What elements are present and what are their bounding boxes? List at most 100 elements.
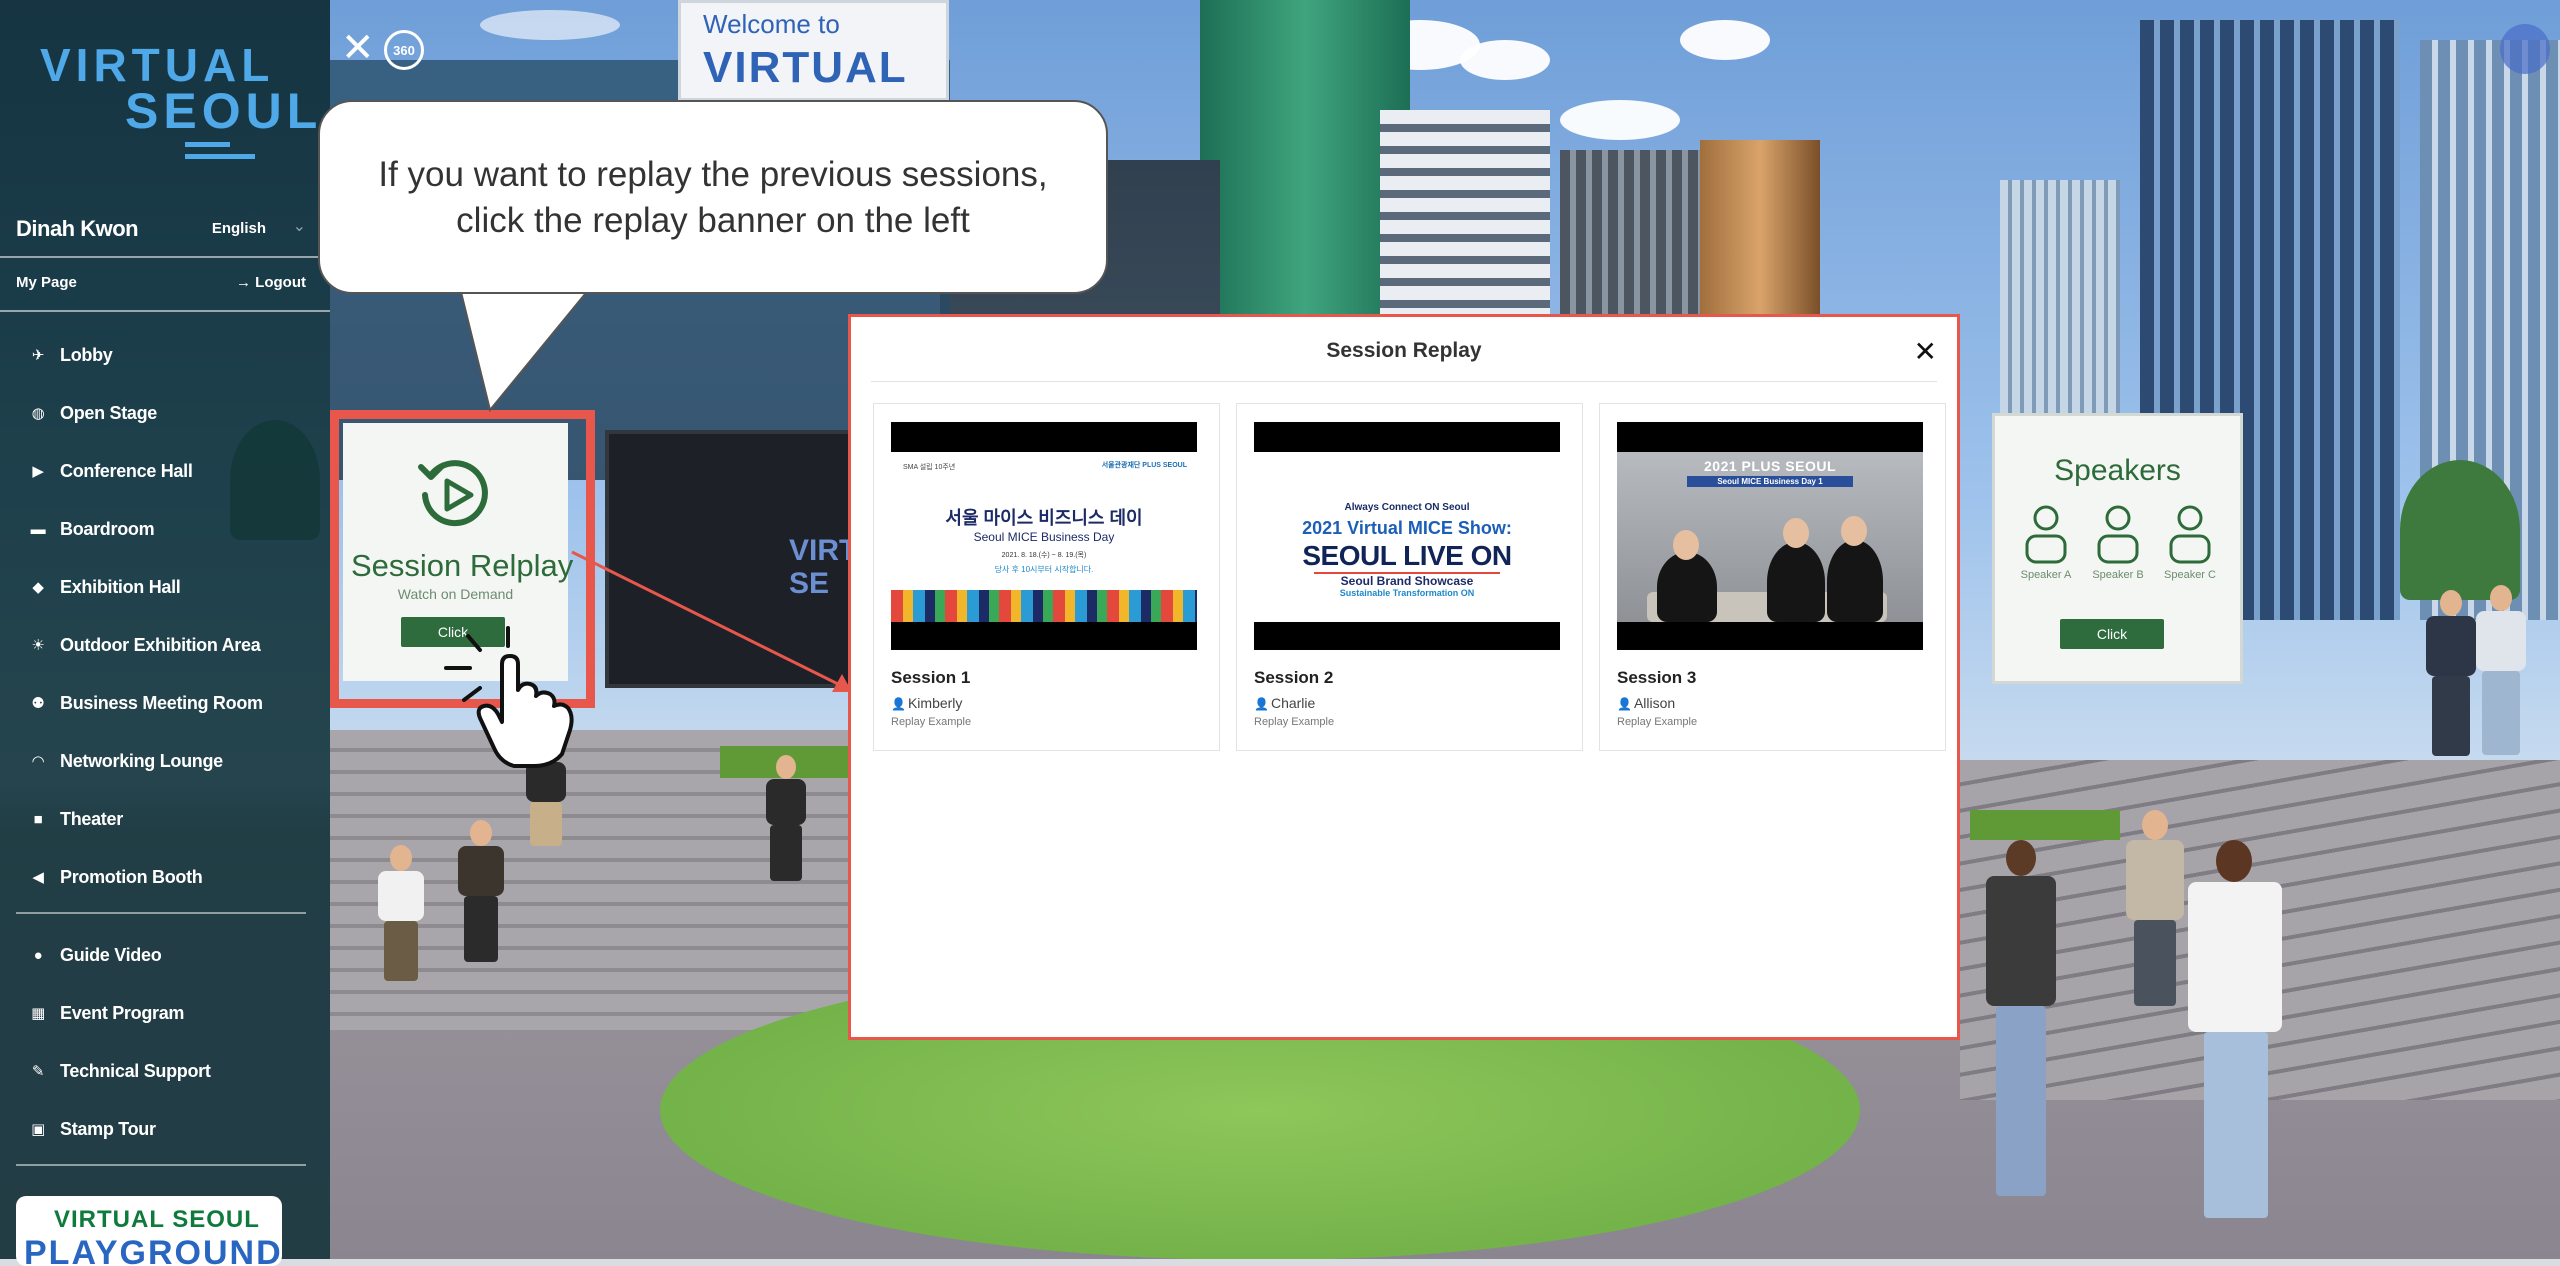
calendar-icon: ▦ [31, 1005, 45, 1022]
playground-banner[interactable]: VIRTUAL SEOUL PLAYGROUND [16, 1196, 282, 1266]
poster-text: SMA 설립 10주년 [903, 464, 956, 471]
nav-label: Technical Support [60, 1060, 211, 1081]
nav-item-outdoor-exhibition-area[interactable]: ☀ Outdoor Exhibition Area [28, 630, 260, 660]
person-icon [2025, 505, 2067, 564]
poster-title: 2021 Virtual MICE Show: [1302, 518, 1512, 538]
avatar-person [2470, 585, 2530, 760]
nav-item-technical-support[interactable]: ✎ Technical Support [28, 1056, 211, 1086]
session-thumbnail[interactable]: 2021 PLUS SEOUL Seoul MICE Business Day … [1617, 422, 1923, 650]
session-description: Replay Example [891, 716, 972, 728]
nav-label: Conference Hall [60, 460, 193, 481]
avatar-person [370, 845, 430, 985]
poster-text: 서울관광재단 PLUS SEOUL [1101, 462, 1187, 469]
nav-label: Outdoor Exhibition Area [60, 634, 261, 655]
nav-item-networking-lounge[interactable]: ◠ Networking Lounge [28, 746, 223, 776]
nav-label: Business Meeting Room [60, 692, 263, 713]
speaker-name: Kimberly [907, 695, 963, 711]
session-speaker: 👤 Kimberly [891, 695, 962, 711]
nav-item-event-program[interactable]: ▦ Event Program [28, 998, 184, 1028]
account-row: My Page → Logout [16, 274, 306, 298]
welcome-sign: Welcome to VIRTUAL [678, 0, 949, 101]
avatar-person [2180, 840, 2290, 1220]
virtual-seoul-logo[interactable]: VIRTUAL SEOUL [30, 30, 317, 170]
chevron-down-icon[interactable]: ⌄ [293, 216, 306, 236]
sun-icon: ☀ [31, 637, 45, 654]
welcome-sign-line2: VIRTUAL [703, 43, 908, 92]
person-figure [1767, 542, 1825, 622]
poster-date: 2021. 8. 18.(수) ~ 8. 19.(목) [1001, 552, 1087, 559]
speakers-click-button[interactable]: Click [2060, 619, 2164, 649]
session-thumbnail[interactable]: Always Connect ON Seoul 2021 Virtual MIC… [1254, 422, 1560, 650]
person-icon: 👤 [1617, 697, 1632, 711]
person-icon [2169, 505, 2211, 564]
session-replay-modal: Session Replay ✕ SMA 설립 10주년 서울관광재단 PLUS… [848, 314, 1960, 1040]
poster-tagline: Always Connect ON Seoul [1344, 502, 1470, 513]
speaker-name: Charlie [1270, 695, 1316, 711]
nav-label: Open Stage [60, 402, 158, 423]
speaker-name: Allison [1633, 695, 1676, 711]
session-description: Replay Example [1254, 716, 1335, 728]
user-row: Dinah Kwon English ⌄ [16, 216, 306, 246]
callout-line2: click the replay banner on the left [456, 201, 970, 240]
divider [0, 310, 330, 312]
nav-label: Exhibition Hall [60, 576, 181, 597]
nav-item-theater[interactable]: ■ Theater [28, 804, 124, 834]
nav-item-open-stage[interactable]: ◍ Open Stage [28, 398, 158, 428]
nav-item-guide-video[interactable]: ● Guide Video [28, 940, 162, 970]
divider [0, 256, 330, 258]
banner-title: Session Relplay [351, 548, 574, 583]
nav-item-conference-hall[interactable]: ▶ Conference Hall [28, 456, 193, 486]
session-speaker: 👤 Allison [1617, 695, 1675, 711]
session-card[interactable]: Always Connect ON Seoul 2021 Virtual MIC… [1236, 403, 1583, 751]
nav-item-boardroom[interactable]: ▬ Boardroom [28, 514, 155, 544]
session-card[interactable]: 2021 PLUS SEOUL Seoul MICE Business Day … [1599, 403, 1946, 751]
speaker-label: Speaker C [2164, 569, 2216, 581]
logo-line2: SEOUL [125, 83, 323, 139]
speakers-board[interactable]: Speakers Speaker A Speaker B Speaker C C… [1992, 413, 2243, 684]
modal-title: Session Replay [1326, 339, 1482, 362]
person-face [1673, 530, 1699, 560]
logo-bar [185, 142, 230, 147]
playground-line1: VIRTUAL SEOUL [54, 1206, 260, 1233]
welcome-sign-line1: Welcome to [703, 9, 840, 39]
wifi-icon: ◠ [32, 753, 44, 770]
poster-title: 서울 마이스 비즈니스 데이 [945, 508, 1143, 528]
nav-item-stamp-tour[interactable]: ▣ Stamp Tour [28, 1114, 156, 1144]
session-speaker: 👤 Charlie [1254, 695, 1315, 711]
session-card[interactable]: SMA 설립 10주년 서울관광재단 PLUS SEOUL 서울 마이스 비즈니… [873, 403, 1220, 751]
person-face [1783, 518, 1809, 548]
nav-label: Promotion Booth [60, 866, 203, 887]
speaker-item: Speaker A [2013, 504, 2079, 581]
photo-subtitle: Seoul MICE Business Day 1 [1687, 476, 1853, 487]
cloud [1680, 20, 1770, 60]
instruction-callout: If you want to replay the previous sessi… [318, 100, 1108, 294]
connector-arrow [571, 550, 852, 692]
briefcase-icon: ▬ [30, 520, 46, 538]
logout-link[interactable]: → Logout [236, 274, 306, 291]
nav-label: Lobby [60, 344, 113, 365]
wrench-icon: ✎ [31, 1063, 45, 1080]
my-page-link[interactable]: My Page [16, 274, 77, 291]
speaker-label: Speaker B [2092, 569, 2144, 581]
modal-close-button[interactable]: ✕ [1914, 335, 1937, 368]
users-icon: ⚉ [31, 695, 45, 712]
language-select[interactable]: English [212, 220, 266, 237]
video-icon: ■ [33, 810, 43, 828]
nav-item-lobby[interactable]: ✈ Lobby [28, 340, 113, 370]
session-thumbnail[interactable]: SMA 설립 10주년 서울관광재단 PLUS SEOUL 서울 마이스 비즈니… [891, 422, 1197, 650]
person-icon: 👤 [891, 697, 906, 711]
avatar-person [2120, 810, 2190, 1010]
corner-menu-button[interactable] [2500, 24, 2550, 74]
poster-subtitle: Seoul Brand Showcase [1340, 574, 1474, 588]
nav-label: Boardroom [60, 518, 155, 539]
nav-item-promotion-booth[interactable]: ◀ Promotion Booth [28, 862, 202, 892]
divider [871, 381, 1937, 382]
person-icon [2097, 505, 2139, 564]
view-360-button[interactable]: 360 [384, 30, 424, 70]
callout-line1: If you want to replay the previous sessi… [378, 155, 1048, 194]
question-icon: ● [33, 946, 43, 964]
nav-item-business-meeting-room[interactable]: ⚉ Business Meeting Room [28, 688, 263, 718]
nav-item-exhibition-hall[interactable]: ◆ Exhibition Hall [28, 572, 181, 602]
close-scene-button[interactable]: ✕ [341, 28, 375, 68]
speaker-item: Speaker B [2085, 504, 2151, 581]
